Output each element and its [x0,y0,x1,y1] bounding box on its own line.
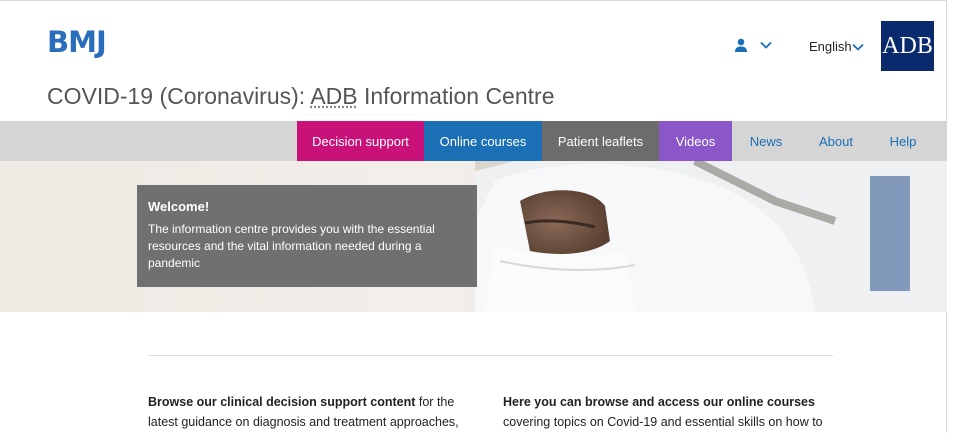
welcome-title: Welcome! [148,199,210,214]
welcome-panel: Welcome! The information centre provides… [137,185,477,287]
main-nav: Decision support Online courses Patient … [0,121,947,161]
bmj-logo[interactable]: BMJ [47,25,107,59]
chevron-down-icon[interactable] [852,43,864,51]
page-title: COVID-19 (Coronavirus): ADB Information … [47,83,554,110]
page-frame: BMJ English ADB COVID-19 (Coronavirus): … [0,0,947,433]
online-courses-intro: Here you can browse and access our onlin… [503,392,833,432]
adb-logo[interactable]: ADB [881,21,934,71]
nav-help[interactable]: Help [877,121,929,161]
user-icon[interactable] [733,37,749,53]
nav-decision-support[interactable]: Decision support [297,121,424,161]
nav-about[interactable]: About [805,121,867,161]
nav-patient-leaflets[interactable]: Patient leaflets [542,121,659,161]
decision-support-intro: Browse our clinical decision support con… [148,392,478,432]
language-selector[interactable]: English [809,39,852,54]
decision-support-intro-bold: Browse our clinical decision support con… [148,395,416,409]
online-courses-intro-bold: Here you can browse and access our onlin… [503,395,815,409]
nav-news[interactable]: News [737,121,795,161]
title-abbr: ADB [310,83,358,109]
nav-online-courses[interactable]: Online courses [424,121,542,161]
hero-photo-health-worker [475,161,947,312]
title-prefix: COVID-19 (Coronavirus): [47,83,311,109]
title-suffix: Information Centre [357,83,555,109]
online-courses-intro-text: covering topics on Covid-19 and essentia… [503,415,823,429]
chevron-down-icon[interactable] [760,41,772,49]
section-divider [148,355,833,356]
welcome-text: The information centre provides you with… [148,222,435,270]
nav-videos[interactable]: Videos [659,121,732,161]
